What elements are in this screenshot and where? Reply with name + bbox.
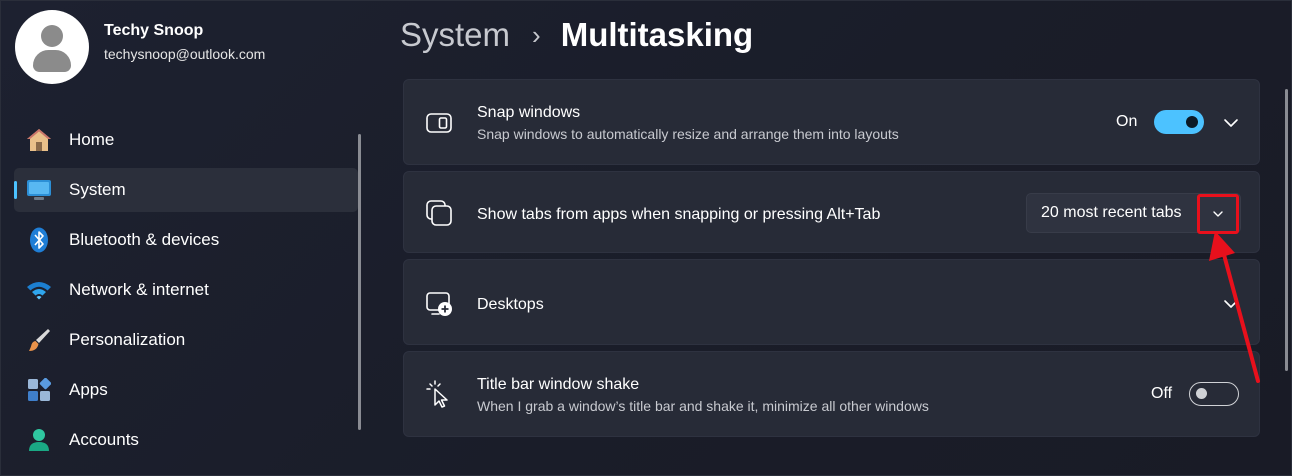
settings-window: Techy Snoop techysnoop@outlook.com Home xyxy=(0,0,1292,476)
snap-windows-card[interactable]: Snap windows Snap windows to automatical… xyxy=(403,79,1260,165)
setting-title: Snap windows xyxy=(477,104,581,121)
window-shake-card: Title bar window shake When I grab a win… xyxy=(403,351,1260,437)
avatar xyxy=(15,10,89,84)
setting-title: Desktops xyxy=(477,296,544,313)
toggle-state-label: On xyxy=(1116,113,1138,130)
apps-icon xyxy=(26,377,52,403)
wifi-icon xyxy=(26,277,52,303)
sidebar-item-accounts[interactable]: Accounts xyxy=(14,418,358,462)
breadcrumb-parent[interactable]: System xyxy=(400,16,510,54)
profile-name: Techy Snoop xyxy=(104,22,204,39)
setting-description: When I grab a window’s title bar and sha… xyxy=(477,398,929,414)
toggle-state-label: Off xyxy=(1151,385,1173,402)
sidebar-item-label: Accounts xyxy=(69,430,139,449)
desktops-card[interactable]: Desktops xyxy=(403,259,1260,345)
alt-tab-card: Show tabs from apps when snapping or pre… xyxy=(403,171,1260,253)
snap-windows-toggle[interactable] xyxy=(1154,110,1205,134)
snap-toggle-group: On xyxy=(1116,110,1205,134)
tabs-icon xyxy=(426,200,452,231)
sidebar-item-home[interactable]: Home xyxy=(14,118,358,162)
sidebar-scrollbar[interactable] xyxy=(358,134,361,430)
desktops-icon xyxy=(426,292,454,323)
snap-windows-icon xyxy=(426,113,452,138)
sidebar-item-bluetooth[interactable]: Bluetooth & devices xyxy=(14,218,358,262)
accounts-icon xyxy=(26,427,52,453)
sidebar-item-network[interactable]: Network & internet xyxy=(14,268,358,312)
sidebar-item-label: Network & internet xyxy=(69,280,209,299)
sidebar-item-apps[interactable]: Apps xyxy=(14,368,358,412)
setting-title: Title bar window shake xyxy=(477,376,640,393)
system-icon xyxy=(26,177,52,203)
dropdown-selected-value: 20 most recent tabs xyxy=(1041,204,1182,221)
window-shake-icon xyxy=(426,380,452,413)
main-scrollbar[interactable] xyxy=(1285,89,1288,371)
nav-list: Home System Bluetooth & devices Network … xyxy=(14,118,358,468)
sidebar: Techy Snoop techysnoop@outlook.com Home xyxy=(1,1,373,476)
chevron-down-icon[interactable] xyxy=(1223,115,1239,131)
home-icon xyxy=(26,127,52,153)
profile-email: techysnoop@outlook.com xyxy=(104,46,266,62)
bluetooth-icon xyxy=(26,227,52,253)
sidebar-item-label: Home xyxy=(69,130,115,149)
brush-icon xyxy=(26,327,52,353)
sidebar-item-label: Personalization xyxy=(69,330,186,349)
breadcrumb-separator: › xyxy=(532,19,541,50)
setting-title: Show tabs from apps when snapping or pre… xyxy=(477,206,881,223)
sidebar-item-system[interactable]: System xyxy=(14,168,358,212)
sidebar-item-label: Bluetooth & devices xyxy=(69,230,220,249)
sidebar-item-label: System xyxy=(69,180,126,199)
user-profile[interactable]: Techy Snoop techysnoop@outlook.com xyxy=(15,10,265,84)
sidebar-item-personalization[interactable]: Personalization xyxy=(14,318,358,362)
breadcrumb: System › Multitasking xyxy=(400,13,753,57)
page-title: Multitasking xyxy=(560,16,754,53)
sidebar-item-label: Apps xyxy=(69,380,108,399)
annotation-highlight-box xyxy=(1197,194,1239,234)
setting-description: Snap windows to automatically resize and… xyxy=(477,126,899,142)
annotation-arrow xyxy=(1209,231,1260,383)
